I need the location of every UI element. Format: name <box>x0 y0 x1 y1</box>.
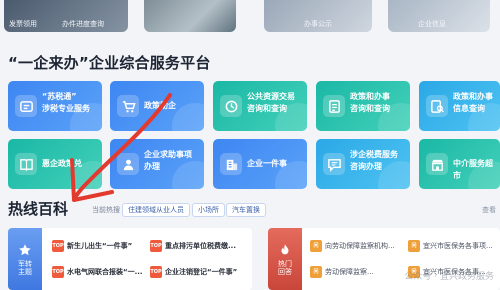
hot-answer-badge[interactable]: 热门回答 <box>268 228 302 290</box>
tile-label: 中介服务超市 <box>453 159 493 180</box>
tile-label: 惠企政策兑 <box>42 159 82 168</box>
badge-label: 热门回答 <box>278 259 292 276</box>
tax-service-icon <box>15 95 37 117</box>
market-icon <box>426 153 448 175</box>
more-link[interactable]: 查看 <box>482 205 496 215</box>
banner-label: 发票领用 <box>9 20 37 28</box>
help-person-icon <box>117 153 139 175</box>
tax-chat-icon <box>323 153 345 175</box>
chip-car-exchange[interactable]: 汽车置换 <box>226 203 266 217</box>
tile-enterprise-help[interactable]: 企业求助事项 办理 <box>110 139 204 189</box>
hot-tag-icon: TOP <box>52 266 64 278</box>
hot-item[interactable]: 问 劳动保障监察... <box>310 266 374 278</box>
watermark: 公众号 · 宜兴政务服务 <box>404 272 494 282</box>
topic-badge[interactable]: 军转主题 <box>8 228 42 290</box>
hot-item[interactable]: 问 宜兴市医保务各事项... <box>408 240 493 252</box>
tile-policy-consult[interactable]: 政策和办事 咨询和查询 <box>316 81 410 131</box>
banner-card-2[interactable] <box>144 0 236 32</box>
tile-benefit-policy[interactable]: 惠企政策兑 <box>8 139 102 189</box>
banner-label: 企业信息 <box>418 20 446 28</box>
policy-book-icon <box>15 153 37 175</box>
hot-item-text: 水电气网联合报装“一... <box>67 268 143 276</box>
hot-panel-left: 军转主题 TOP 新生儿出生“一件事” TOP 重点排污单位税费缴... TOP… <box>8 228 252 290</box>
search-doc-icon <box>426 95 448 117</box>
tile-tax-consult[interactable]: 涉企税费服务 咨询办理 <box>316 139 410 189</box>
tile-label: 政策助企 <box>144 101 176 110</box>
chip-small-venue[interactable]: 小场所 <box>192 203 225 217</box>
hot-item-text: 新生儿出生“一件事” <box>67 242 133 250</box>
hot-item[interactable]: TOP 水电气网联合报装“一... <box>52 266 143 278</box>
hot-item[interactable]: 问 向劳动保障监察机构... <box>310 240 395 252</box>
tile-label: 涉企税费服务 咨询办理 <box>350 150 398 171</box>
tile-agency-market[interactable]: 中介服务超市 <box>419 139 500 189</box>
tile-label: 政策和办事 信息查询 <box>453 92 493 113</box>
banner-label: 办件进度查询 <box>62 20 104 28</box>
question-tag-icon: 问 <box>408 240 420 252</box>
exchange-icon <box>220 95 242 117</box>
hot-tag-icon: TOP <box>150 266 162 278</box>
badge-label: 军转主题 <box>18 259 32 276</box>
hot-tag-icon: TOP <box>150 240 162 252</box>
hot-item[interactable]: TOP 新生儿出生“一件事” <box>52 240 132 252</box>
hot-item-text: 宜兴市医保务各事项... <box>423 242 493 250</box>
hot-topics-title: 热线百科 <box>8 200 69 218</box>
building-icon <box>220 153 242 175</box>
question-tag-icon: 问 <box>310 266 322 278</box>
chip-construction[interactable]: 住建领域从业人员 <box>122 203 190 217</box>
tile-enterprise-one-thing[interactable]: 企业一件事 <box>213 139 307 189</box>
tile-public-resource[interactable]: 公共资源交易 咨询和查询 <box>213 81 307 131</box>
tile-label: 公共资源交易 咨询和查询 <box>247 92 295 113</box>
hot-item-text: 向劳动保障监察机构... <box>325 242 395 250</box>
banner-card-4[interactable]: 企业信息 <box>388 0 490 32</box>
document-icon <box>323 95 345 117</box>
hot-item[interactable]: TOP 重点排污单位税费缴... <box>150 240 236 252</box>
star-badge-icon <box>19 243 31 255</box>
cart-icon <box>117 95 139 117</box>
banner-card-3[interactable]: 办事公示 <box>264 0 372 32</box>
flame-icon <box>281 243 289 254</box>
top-banner-strip: 发票领用 办件进度查询 办事公示 企业信息 <box>0 0 500 34</box>
section-title: “一企来办”企业综合服务平台 <box>8 54 211 72</box>
banner-card-1[interactable]: 发票领用 办件进度查询 <box>4 0 128 32</box>
tile-policy-info[interactable]: 政策和办事 信息查询 <box>419 81 500 131</box>
hot-item-text: 重点排污单位税费缴... <box>165 242 236 250</box>
hot-tag-icon: TOP <box>52 240 64 252</box>
tile-policy-help[interactable]: 政策助企 <box>110 81 204 131</box>
tile-label: 企业一件事 <box>247 159 287 168</box>
hot-item-text: 企业注销登记“一件事” <box>165 268 238 276</box>
chip-current-hot[interactable]: 当前热搜 <box>86 203 126 217</box>
tile-label: “苏税通” 涉税专业服务 <box>42 92 90 113</box>
banner-label: 办事公示 <box>304 20 332 28</box>
tile-label: 政策和办事 咨询和查询 <box>350 92 390 113</box>
tile-label: 企业求助事项 办理 <box>144 150 192 171</box>
question-tag-icon: 问 <box>310 240 322 252</box>
hot-item[interactable]: TOP 企业注销登记“一件事” <box>150 266 237 278</box>
hot-item-text: 劳动保障监察... <box>325 268 374 276</box>
tile-tax-service[interactable]: “苏税通” 涉税专业服务 <box>8 81 102 131</box>
